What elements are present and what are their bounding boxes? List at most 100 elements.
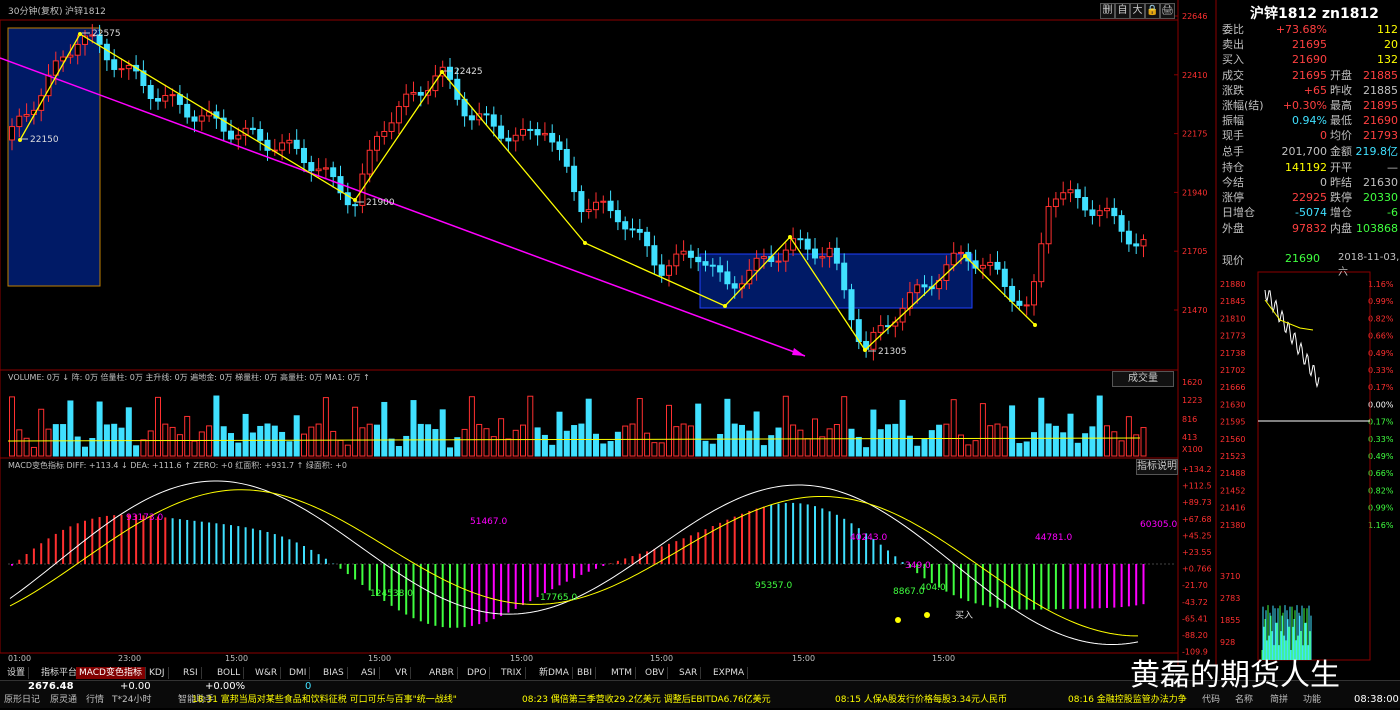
candle-body [1067, 189, 1074, 194]
tab-11[interactable]: ARBR [426, 667, 458, 679]
tab-3[interactable]: KDJ [146, 667, 169, 679]
volume-bar [622, 425, 629, 457]
tab-18[interactable]: SAR [676, 667, 702, 679]
candle-body [731, 283, 738, 289]
candle-body [702, 261, 709, 266]
volume-axis-label: X100 [1182, 445, 1203, 454]
mini-axis-pct: 0.49% [1368, 452, 1394, 461]
tab-1[interactable]: 指标平台 [38, 667, 82, 679]
tab-10[interactable]: VR [392, 667, 412, 679]
volume-bar [140, 439, 147, 457]
chart-symbol: 沪锌1812 [65, 7, 106, 17]
status-item[interactable]: 原灵通 [50, 693, 77, 707]
price-axis-label: 22175 [1182, 130, 1207, 139]
tab-9[interactable]: ASI [358, 667, 380, 679]
quote-value: 22925 [1292, 191, 1327, 205]
mini-axis-pct: 0.17% [1368, 418, 1394, 427]
quote-row: 委比 +73.68% 112 [1218, 22, 1400, 37]
time-axis-label: 15:00 [225, 654, 248, 663]
candle-body [1089, 209, 1096, 216]
volume-bar [257, 425, 264, 457]
candle-body [833, 247, 840, 264]
index-change: +0.00 [120, 681, 151, 692]
status-right-item[interactable]: 功能 [1303, 693, 1321, 707]
candle-body [279, 142, 286, 151]
enlarge-button[interactable]: 大 [1130, 3, 1145, 19]
status-right-item[interactable]: 简拼 [1270, 693, 1288, 707]
candle-body [629, 228, 636, 231]
volume-bar [848, 428, 855, 457]
price-annotation: 22575 [92, 29, 121, 39]
candle-body [695, 256, 702, 263]
status-right-item[interactable]: 代码 [1202, 693, 1220, 707]
volume-bar [374, 424, 380, 457]
tab-7[interactable]: DMI [286, 667, 311, 679]
quote-value: +73.68% [1275, 23, 1327, 36]
time-axis-label: 23:00 [118, 654, 141, 663]
tab-17[interactable]: OBV [642, 667, 669, 679]
macd-axis-label: +45.25 [1182, 531, 1212, 540]
candle-body [1023, 304, 1030, 307]
news-ticker-item[interactable]: 08:23 偶倍第三季营收29.2亿美元 调整后EBITDA6.76亿美元 [522, 693, 827, 707]
print-icon[interactable]: 🖨 [1160, 3, 1175, 19]
volume-bar [439, 409, 446, 457]
quote-label: 振幅 [1222, 114, 1244, 128]
macd-axis-label: -65.41 [1182, 614, 1208, 623]
volume-selector-button[interactable]: 成交量 [1112, 371, 1174, 387]
volume-axis-label: 1223 [1182, 396, 1202, 405]
candle-body [1125, 230, 1132, 245]
indicator-help-button[interactable]: 指标说明 [1136, 459, 1178, 475]
tab-13[interactable]: TRIX [498, 667, 526, 679]
lock-icon[interactable]: 🔒 [1145, 3, 1160, 19]
volume-bar [403, 435, 410, 457]
quote-value: 97832 [1292, 221, 1327, 235]
tab-4[interactable]: RSI [180, 667, 202, 679]
news-ticker-item[interactable]: 08:16 金融控股监管办法力争 [1068, 693, 1198, 707]
buy-star-icon [895, 617, 901, 623]
volume-bar [1082, 433, 1089, 457]
candle-body [468, 115, 475, 121]
status-right-item[interactable]: 名称 [1235, 693, 1253, 707]
news-ticker-item[interactable]: 08:15 人保A股发行价格每股3.34元人民币 [835, 693, 1060, 707]
status-item[interactable]: 原形日记 [4, 693, 40, 707]
candle-body [374, 135, 380, 151]
tab-14[interactable]: 新DMA [536, 667, 573, 679]
quote-value: 21690 [1292, 53, 1327, 67]
mini-axis-pct: 0.49% [1368, 349, 1394, 358]
tab-15[interactable]: BBI [574, 667, 597, 679]
time-axis-label: 15:00 [650, 654, 673, 663]
price-axis-label: 22646 [1182, 12, 1207, 21]
tab-2[interactable]: MACD变色指标 [76, 667, 146, 679]
self-select-button[interactable]: 自 [1115, 3, 1130, 19]
mini-axis-label: 21452 [1220, 486, 1245, 495]
tab-12[interactable]: DPO [464, 667, 491, 679]
tab-16[interactable]: MTM [608, 667, 637, 679]
quote-label: 涨停 [1222, 191, 1244, 205]
chart-canvas[interactable]: 22646 22410 22175 21940 21705 21470 22575 22150… [0, 0, 1400, 707]
candle-body [1118, 215, 1125, 232]
news-ticker-item[interactable]: 18:31 富邦当局对某些食品和饮料征税 可口可乐与百事"统一战线" [192, 693, 514, 707]
candle-body [848, 289, 855, 321]
volume-bar [746, 430, 753, 457]
tab-5[interactable]: BOLL [214, 667, 245, 679]
volume-bar [16, 429, 23, 457]
watermark: 黄磊的期货人生 [1130, 658, 1340, 693]
volume-bar [943, 423, 950, 457]
candle-body [1140, 239, 1147, 247]
chart-period: 30分钟(复权) [8, 7, 63, 17]
quote-row: 涨停 22925 跌停 20330 [1218, 190, 1400, 205]
tab-0[interactable]: 设置 [4, 667, 30, 679]
status-item[interactable]: 行情 [86, 693, 104, 707]
volume-bar [1067, 413, 1074, 457]
status-item[interactable]: T*24小时 [112, 693, 151, 707]
tab-19[interactable]: EXPMA [710, 667, 749, 679]
tab-8[interactable]: BIAS [320, 667, 348, 679]
quote-value-right: 219.8亿 [1355, 144, 1399, 158]
macd-axis-label: -43.72 [1182, 598, 1208, 607]
quote-value-right: 132 [1377, 53, 1398, 67]
now-price-label: 现价 [1222, 254, 1244, 267]
tab-6[interactable]: W&R [252, 667, 282, 679]
macd-value-label: 124538.0 [370, 589, 413, 599]
delete-button[interactable]: 删 [1100, 3, 1115, 19]
quote-label-right: 最低 [1330, 114, 1352, 128]
